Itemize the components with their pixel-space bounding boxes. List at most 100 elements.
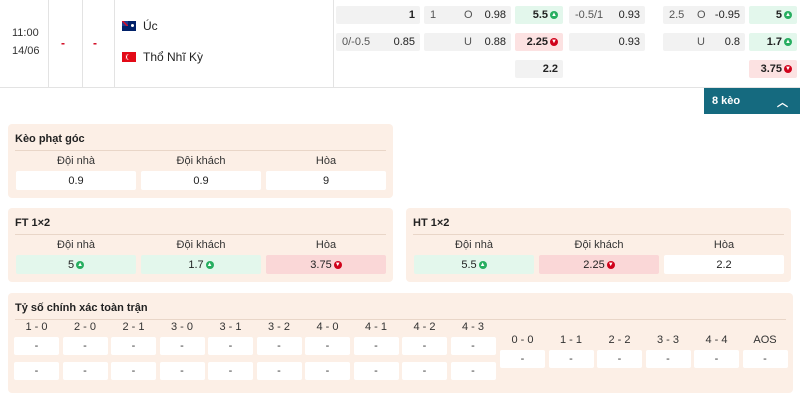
away-team[interactable]: Thổ Nhĩ Kỳ bbox=[122, 50, 203, 64]
col-header-away: Đội khách bbox=[176, 155, 226, 167]
score-odds[interactable]: - bbox=[353, 362, 399, 380]
corner-away-odds[interactable]: 0.9 bbox=[141, 171, 261, 190]
odds-value: 0.9 bbox=[193, 174, 209, 187]
score-header: 1 - 0 bbox=[25, 321, 48, 333]
score-odds[interactable]: - bbox=[597, 350, 642, 368]
ht-away-odds[interactable]: 2.25 ▼ bbox=[539, 255, 659, 274]
odds-value: 5.5 bbox=[461, 258, 477, 271]
score-odds[interactable]: - bbox=[62, 362, 108, 380]
score-header: 3 - 1 bbox=[219, 321, 242, 333]
score-odds[interactable]: - bbox=[14, 362, 59, 380]
score-odds[interactable]: - bbox=[645, 350, 691, 368]
ft-hdp-away-odds[interactable]: 0/-0.5 0.85 bbox=[336, 33, 420, 51]
ft-1x2-home-odds[interactable]: 5.5 ▲ bbox=[515, 6, 563, 24]
score-header: 2 - 1 bbox=[122, 321, 145, 333]
score-odds[interactable]: - bbox=[353, 337, 399, 355]
score-odds[interactable]: - bbox=[111, 362, 156, 380]
ft-ou-under-odds[interactable]: U 0.88 bbox=[424, 33, 511, 51]
score-odds[interactable]: - bbox=[159, 337, 205, 355]
divider bbox=[333, 0, 334, 88]
ht-hdp-line: -0.5/1 bbox=[575, 9, 604, 21]
ft-1x2-away-odds[interactable]: 2.25 ▼ bbox=[515, 33, 563, 51]
ft-1x2-panel: FT 1×2 Đội nhà Đội khách Hòa 5 ▲ 1.7 ▲ 3.7… bbox=[8, 208, 393, 282]
score-odds[interactable]: - bbox=[256, 337, 302, 355]
australia-flag-icon bbox=[122, 21, 136, 31]
ft-home-odds[interactable]: 5 ▲ bbox=[16, 255, 136, 274]
turkey-flag-icon bbox=[122, 52, 136, 62]
home-team-name: Úc bbox=[143, 19, 158, 33]
ht-ou-under-odds[interactable]: U 0.8 bbox=[663, 33, 745, 51]
arrow-down-icon: ▼ bbox=[784, 65, 792, 73]
score-odds[interactable]: - bbox=[14, 337, 59, 355]
ft-1x2-home-value: 5.5 bbox=[532, 9, 548, 21]
away-score: - bbox=[93, 36, 97, 50]
score-odds[interactable]: - bbox=[402, 337, 447, 355]
ht-draw-odds[interactable]: 2.2 bbox=[664, 255, 784, 274]
ft-ou-over-value: 0.98 bbox=[484, 9, 506, 21]
score-header: AOS bbox=[753, 334, 777, 346]
odds-value: 2.2 bbox=[716, 258, 732, 271]
more-bets-label: 8 kèo bbox=[712, 95, 741, 107]
score-odds[interactable]: - bbox=[159, 362, 205, 380]
score-header: 2 - 2 bbox=[608, 334, 631, 346]
score-header: 4 - 2 bbox=[413, 321, 436, 333]
ft-ou-over-odds[interactable]: 1 O 0.98 bbox=[424, 6, 511, 24]
score-header: 1 - 1 bbox=[559, 334, 582, 346]
ht-ou-over-value: -0.95 bbox=[714, 9, 740, 21]
score-odds[interactable]: - bbox=[402, 362, 447, 380]
arrow-up-icon: ▲ bbox=[205, 260, 214, 269]
panel-title: FT 1×2 bbox=[15, 217, 51, 229]
score-odds[interactable]: - bbox=[548, 350, 594, 368]
ht-hdp-home-odds[interactable]: -0.5/1 0.93 bbox=[569, 6, 645, 24]
odds-value: 0.9 bbox=[68, 174, 84, 187]
score-odds[interactable]: - bbox=[500, 350, 545, 368]
score-header: 4 - 4 bbox=[705, 334, 728, 346]
panel-title: Tỷ số chính xác toàn trận bbox=[15, 302, 148, 314]
ft-draw-odds[interactable]: 3.75 ▼ bbox=[266, 255, 386, 274]
odds-value: 5 bbox=[67, 258, 75, 271]
home-team[interactable]: Úc bbox=[122, 19, 158, 33]
ht-ou-over-odds[interactable]: 2.5 O -0.95 bbox=[663, 6, 745, 24]
ht-home-odds[interactable]: 5.5 ▲ bbox=[414, 255, 534, 274]
ht-1x2-away-odds[interactable]: 1.7 ▲ bbox=[749, 33, 797, 51]
score-odds[interactable]: - bbox=[111, 337, 156, 355]
ft-1x2-draw-value: 2.2 bbox=[542, 63, 558, 75]
col-header-home: Đội nhà bbox=[57, 155, 95, 167]
ft-1x2-draw-odds[interactable]: 2.2 bbox=[515, 60, 563, 78]
col-header-home: Đội nhà bbox=[57, 239, 95, 251]
score-odds[interactable]: - bbox=[305, 337, 350, 355]
score-odds[interactable]: - bbox=[208, 362, 253, 380]
ht-1x2-home-odds[interactable]: 5 ▲ bbox=[749, 6, 797, 24]
kickoff-date: 14/06 bbox=[12, 45, 40, 57]
arrow-up-icon: ▲ bbox=[550, 11, 558, 19]
ht-ou-under-label: U bbox=[697, 36, 705, 48]
ft-ou-line: 1 bbox=[430, 9, 437, 21]
ht-hdp-away-odds[interactable]: 0.93 bbox=[569, 33, 645, 51]
score-odds[interactable]: - bbox=[450, 362, 496, 380]
corner-home-odds[interactable]: 0.9 bbox=[16, 171, 136, 190]
odds-value: 1.7 bbox=[188, 258, 204, 271]
odds-value: 9 bbox=[322, 174, 330, 187]
away-team-name: Thổ Nhĩ Kỳ bbox=[143, 50, 204, 64]
more-bets-toggle[interactable]: 8 kèo ︿ bbox=[704, 88, 800, 114]
divider bbox=[114, 0, 115, 88]
ft-hdp-away-value: 0.85 bbox=[393, 36, 415, 48]
arrow-up-icon: ▲ bbox=[784, 11, 792, 19]
ft-away-odds[interactable]: 1.7 ▲ bbox=[141, 255, 261, 274]
score-odds[interactable]: - bbox=[62, 337, 108, 355]
score-odds[interactable]: - bbox=[450, 337, 496, 355]
score-odds[interactable]: - bbox=[694, 350, 739, 368]
score-odds[interactable]: - bbox=[305, 362, 350, 380]
ft-hdp-line: 0/-0.5 bbox=[342, 36, 371, 48]
score-odds[interactable]: - bbox=[742, 350, 788, 368]
score-header: 4 - 1 bbox=[364, 321, 387, 333]
ht-1x2-draw-value: 3.75 bbox=[760, 63, 782, 75]
score-odds[interactable]: - bbox=[208, 337, 253, 355]
score-odds[interactable]: - bbox=[256, 362, 302, 380]
ht-1x2-draw-odds[interactable]: 3.75 ▼ bbox=[749, 60, 797, 78]
panel-title: Kèo phạt góc bbox=[15, 133, 85, 145]
score-header: 2 - 0 bbox=[73, 321, 96, 333]
corner-draw-odds[interactable]: 9 bbox=[266, 171, 386, 190]
score-header: 4 - 3 bbox=[461, 321, 484, 333]
ft-hdp-home-odds[interactable]: 1 bbox=[336, 6, 420, 24]
